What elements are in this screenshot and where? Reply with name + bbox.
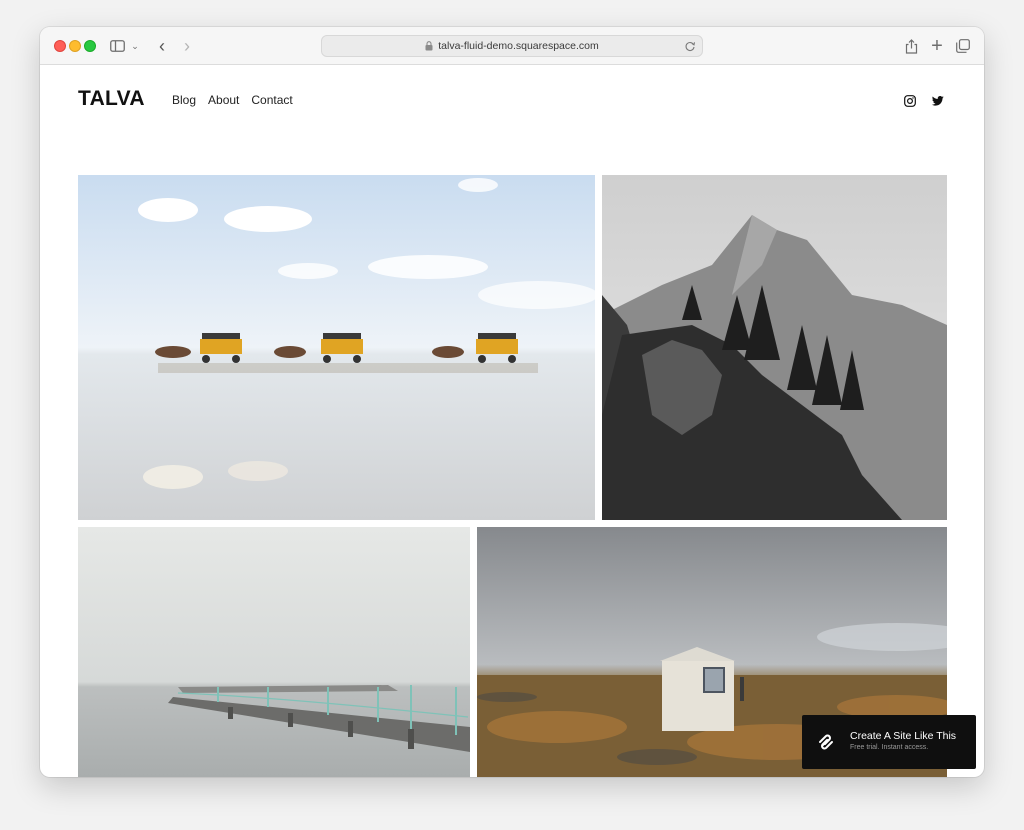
instagram-icon[interactable] [904, 95, 916, 107]
sidebar-icon[interactable] [108, 36, 126, 56]
close-window-button[interactable] [54, 40, 66, 52]
nav-link-about[interactable]: About [208, 93, 239, 107]
gallery-image-mountain[interactable] [602, 175, 947, 520]
browser-window: ⌄ ‹ › talva-fluid-demo.squarespace.com +… [40, 27, 984, 777]
gallery-image-pier[interactable] [78, 527, 470, 777]
twitter-icon[interactable] [932, 95, 944, 107]
create-site-cta[interactable]: Create A Site Like This Free trial. Inst… [802, 715, 976, 769]
plus-icon[interactable]: + [928, 35, 946, 57]
minimize-window-button[interactable] [69, 40, 81, 52]
nav-link-blog[interactable]: Blog [172, 93, 196, 107]
address-bar[interactable]: talva-fluid-demo.squarespace.com [321, 35, 703, 57]
main-nav: Blog About Contact [172, 93, 293, 107]
cta-subtitle: Free trial. Instant access. [850, 744, 929, 751]
browser-toolbar: ⌄ ‹ › talva-fluid-demo.squarespace.com + [40, 27, 984, 65]
chevron-down-icon[interactable]: ⌄ [130, 36, 140, 56]
zoom-window-button[interactable] [84, 40, 96, 52]
forward-button[interactable]: › [179, 36, 195, 56]
nav-link-contact[interactable]: Contact [251, 93, 292, 107]
squarespace-logo-icon [819, 734, 833, 750]
reload-icon[interactable] [684, 40, 696, 52]
cta-title: Create A Site Like This [850, 730, 957, 742]
tabs-icon[interactable] [954, 36, 972, 56]
share-icon[interactable] [902, 36, 920, 56]
site-logo[interactable]: TALVA [78, 87, 145, 111]
url-text: talva-fluid-demo.squarespace.com [438, 40, 599, 52]
lock-icon [425, 41, 433, 51]
gallery-image-carriages[interactable] [78, 175, 595, 520]
back-button[interactable]: ‹ [154, 36, 170, 56]
